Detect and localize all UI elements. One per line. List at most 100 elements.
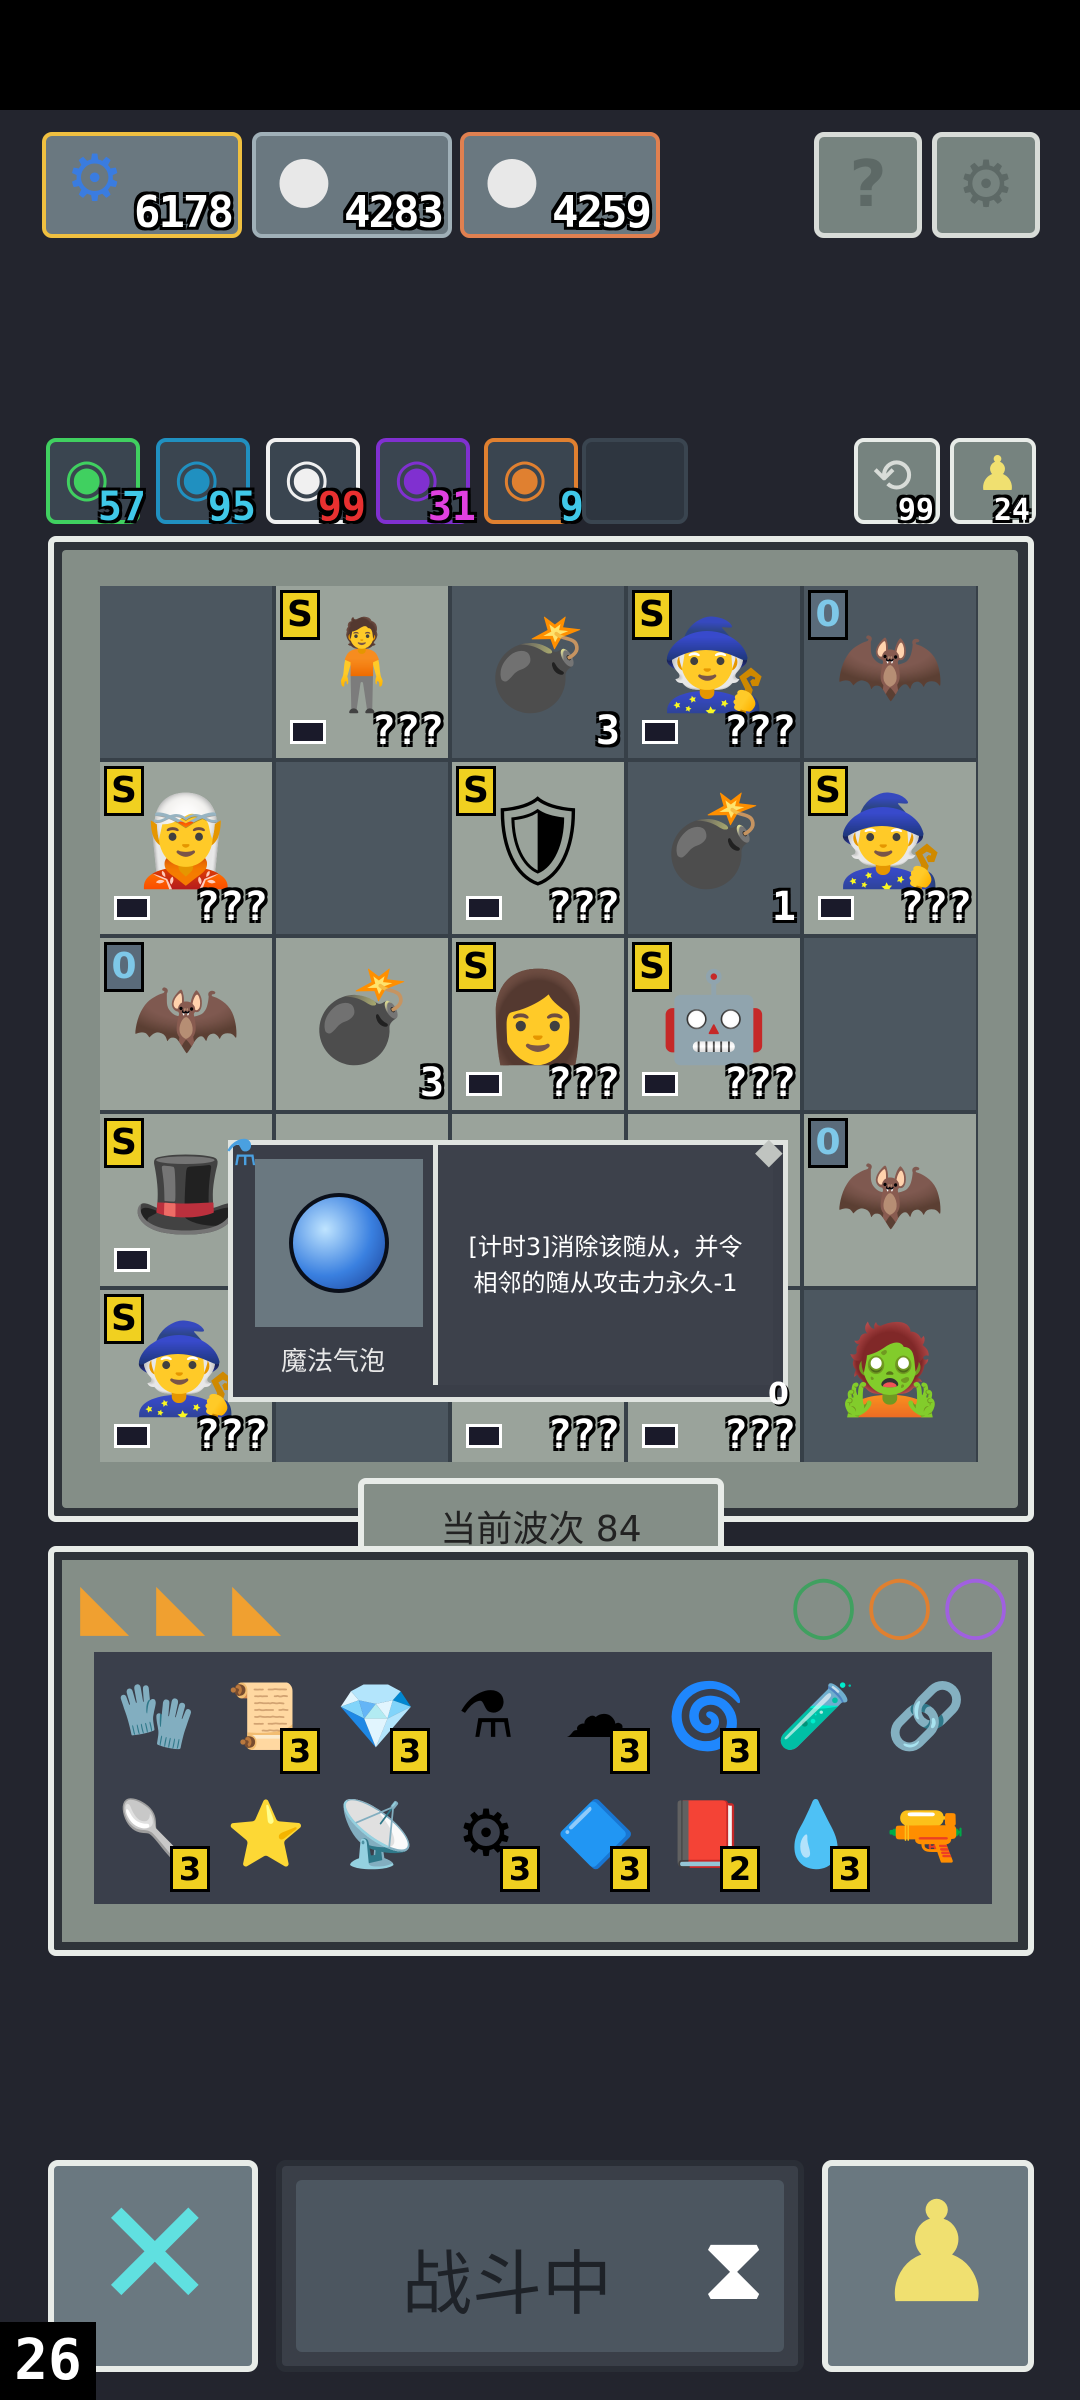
grid-cell[interactable]: 🧍 S??? — [276, 586, 448, 758]
unit-icon: 🧝 — [131, 789, 241, 893]
unit-icon: 🤖 — [659, 965, 769, 1069]
unit-icon: 🧙 — [131, 1317, 241, 1421]
ring-icon[interactable]: ◯ — [942, 1570, 1009, 1640]
item-count: 3 — [500, 1846, 540, 1892]
grid-cell[interactable]: 👩 S??? — [452, 938, 624, 1110]
battle-label: 战斗中 — [402, 2243, 612, 2325]
pawn-icon: ♟ — [874, 2172, 1000, 2335]
level-bar — [290, 720, 326, 744]
grid-cell[interactable] — [100, 586, 272, 758]
ring-icon[interactable]: ◯ — [866, 1570, 933, 1640]
unit-label: 3 — [595, 708, 620, 754]
resource-bomb-a[interactable]: ● 4283 — [252, 132, 452, 238]
unit-icon: 💣 — [659, 789, 769, 893]
resource-value: 6178 — [134, 187, 234, 238]
grid-cell[interactable]: 🧙 S??? — [804, 762, 976, 934]
stat-value: 31 — [427, 484, 476, 530]
settings-button[interactable]: ⚙ — [932, 132, 1040, 238]
level-bar — [466, 896, 502, 920]
close-icon: ✕ — [92, 2168, 218, 2342]
inventory-item[interactable]: ⚗ — [436, 1666, 536, 1766]
unit-label: ??? — [195, 884, 268, 930]
grid-cell[interactable]: 💣 1 — [628, 762, 800, 934]
inventory-item[interactable]: 🥄 3 — [106, 1784, 210, 1892]
inventory-item[interactable]: 💎 3 — [326, 1666, 430, 1774]
gear-icon: ⚙ — [957, 148, 1015, 222]
level-bar — [466, 1072, 502, 1096]
resource-gear-currency[interactable]: ⚙ 6178 — [42, 132, 242, 238]
pawn-counter[interactable]: ♟ 24 — [950, 438, 1036, 528]
unit-label: ??? — [899, 884, 972, 930]
grid-cell[interactable]: 🦇 0 — [804, 586, 976, 758]
item-icon: 🧪 — [776, 1679, 856, 1754]
item-icon: 🧤 — [116, 1679, 196, 1754]
inventory-item[interactable]: 🔗 — [876, 1666, 976, 1766]
unit-icon: 💣 — [307, 965, 417, 1069]
item-count: 3 — [170, 1846, 210, 1892]
level-bar — [818, 896, 854, 920]
inventory-item[interactable]: 💧 3 — [766, 1784, 870, 1892]
card-icon[interactable]: ◣ — [80, 1570, 129, 1644]
item-tooltip: 魔法气泡 [计时3]消除该随从，并令相邻的随从攻击力永久-1 0 ⚗ ◆ — [225, 1131, 789, 1412]
tier-badge: S — [104, 1118, 144, 1168]
inventory-item[interactable]: 🧪 — [766, 1666, 866, 1766]
inventory-item[interactable]: 🔷 3 — [546, 1784, 650, 1892]
unit-label: ??? — [723, 1060, 796, 1106]
unit-icon: 🛡 — [482, 789, 594, 893]
item-icon: ⚗ — [457, 1679, 515, 1753]
stat-slot[interactable]: ◉ 99 — [266, 438, 366, 530]
grid-cell[interactable]: 🤖 S??? — [628, 938, 800, 1110]
inventory-item[interactable]: ⭐ — [216, 1784, 316, 1884]
unit-icon: 🧟 — [835, 1317, 945, 1421]
unit-label: ??? — [547, 884, 620, 930]
inventory-item[interactable]: 🔫 — [876, 1784, 976, 1884]
status-bar — [0, 0, 1080, 110]
inventory-item[interactable]: ☁ 3 — [546, 1666, 650, 1774]
stat-slot[interactable]: ◉ 57 — [46, 438, 146, 530]
grid-cell[interactable]: 🧟 — [804, 1290, 976, 1462]
resource-value: 4259 — [552, 187, 652, 238]
unit-label: ??? — [371, 708, 444, 754]
help-button[interactable]: ? — [814, 132, 922, 238]
stat-slot[interactable]: ◉ 31 — [376, 438, 476, 530]
inventory-item[interactable]: 📜 3 — [216, 1666, 320, 1774]
grid-cell[interactable]: 💣 3 — [276, 938, 448, 1110]
inventory-item[interactable]: ⚙ 3 — [436, 1784, 540, 1892]
resource-bomb-b[interactable]: ● 4259 — [460, 132, 660, 238]
inventory-item[interactable]: 🧤 — [106, 1666, 206, 1766]
unit-label: ??? — [547, 1412, 620, 1458]
tooltip-corner-value: 0 — [768, 1377, 789, 1412]
inventory-item[interactable]: 🌀 3 — [656, 1666, 760, 1774]
unit-icon: 🦇 — [835, 1141, 945, 1245]
pin-icon: ◆ — [755, 1131, 783, 1172]
unit-button[interactable]: ♟ — [822, 2160, 1034, 2372]
grid-cell[interactable]: 🧙 S??? — [628, 586, 800, 758]
refresh-button[interactable]: ⟲ 99 — [854, 438, 940, 528]
grid-cell[interactable]: 🦇 0 — [804, 1114, 976, 1286]
grid-cell[interactable]: 🧝 S??? — [100, 762, 272, 934]
stat-slot[interactable]: ◉ 9 — [484, 438, 584, 530]
inventory-item[interactable]: 📕 2 — [656, 1784, 760, 1892]
battle-button[interactable]: 战斗中 ⧗ — [276, 2160, 804, 2372]
unit-icon: 🧙 — [659, 613, 769, 717]
unit-label: 1 — [771, 884, 796, 930]
inventory-item[interactable]: 📡 — [326, 1784, 426, 1884]
grid-cell[interactable]: 💣 3 — [452, 586, 624, 758]
grid-cell[interactable]: 🛡 S??? — [452, 762, 624, 934]
stat-slot[interactable]: ◉ 95 — [156, 438, 256, 530]
item-count: 3 — [390, 1728, 430, 1774]
grid-cell[interactable] — [276, 762, 448, 934]
ring-icon[interactable]: ◯ — [790, 1570, 857, 1640]
empty-stat-slot — [582, 438, 688, 524]
level-bar — [642, 720, 678, 744]
grid-cell[interactable] — [804, 938, 976, 1110]
grid-cell[interactable]: 🦇 0 — [100, 938, 272, 1110]
item-count: 3 — [610, 1846, 650, 1892]
tier-badge: 0 — [104, 942, 144, 992]
card-icon[interactable]: ◣ — [232, 1570, 281, 1644]
tier-badge: S — [632, 942, 672, 992]
card-icon[interactable]: ◣ — [156, 1570, 205, 1644]
unit-label: ??? — [723, 1412, 796, 1458]
item-icon: 📡 — [336, 1797, 416, 1872]
tier-badge: S — [456, 942, 496, 992]
